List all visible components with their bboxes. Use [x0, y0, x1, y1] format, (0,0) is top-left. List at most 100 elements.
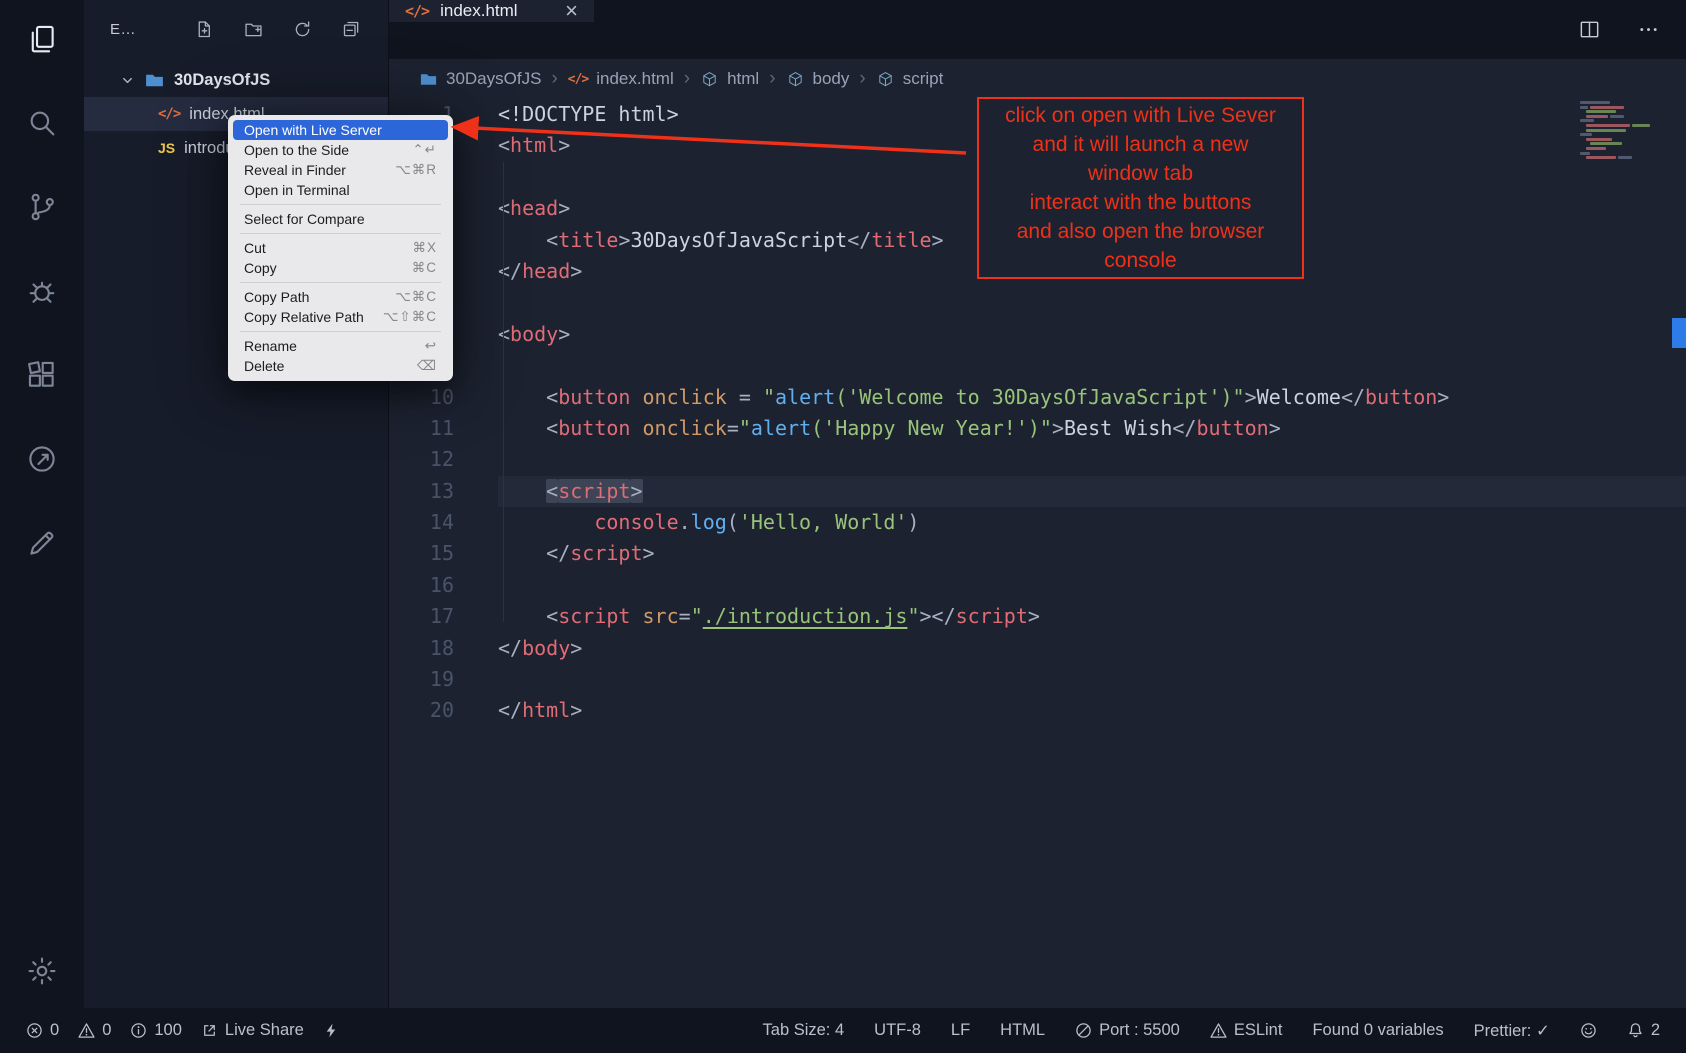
new-folder-button[interactable]	[243, 19, 264, 40]
code-token: script	[956, 604, 1028, 628]
minimap-row	[1580, 142, 1670, 145]
status-code-runner[interactable]	[323, 1022, 340, 1039]
code-token: body	[510, 322, 558, 346]
activity-settings-button[interactable]	[25, 954, 59, 988]
code-line-16[interactable]	[498, 570, 1686, 601]
activity-debug-button[interactable]	[25, 274, 59, 308]
line-number[interactable]: 19	[389, 664, 498, 695]
tab-index-html[interactable]: </>index.html×	[389, 0, 594, 22]
menu-item-label: Copy	[244, 260, 277, 276]
line-number[interactable]: 18	[389, 633, 498, 664]
status-problems-warnings[interactable]: 0	[78, 1021, 111, 1040]
breadcrumb-item-script[interactable]: script	[876, 69, 944, 89]
line-number[interactable]: 20	[389, 695, 498, 726]
status-label: ESLint	[1234, 1021, 1283, 1040]
activity-extensions-button[interactable]	[25, 358, 59, 392]
minimap-bar	[1580, 101, 1610, 104]
code-token	[630, 604, 642, 628]
code-line-13[interactable]: <script>	[498, 476, 1686, 507]
status-live-share[interactable]: Live Share	[201, 1021, 304, 1040]
split-editor-button[interactable]	[1578, 18, 1601, 41]
breadcrumb-label: html	[727, 69, 759, 89]
code-line-10[interactable]: <button onclick = "alert('Welcome to 30D…	[498, 382, 1686, 413]
menu-item-open-in-terminal[interactable]: Open in Terminal	[233, 180, 448, 200]
code-line-11[interactable]: <button onclick="alert('Happy New Year!'…	[498, 413, 1686, 444]
code-token: head	[522, 259, 570, 283]
minimap-row	[1580, 133, 1670, 136]
line-number[interactable]: 13	[389, 476, 498, 507]
status-prettier[interactable]: Prettier: ✓	[1474, 1021, 1550, 1041]
menu-item-select-for-compare[interactable]: Select for Compare	[233, 209, 448, 229]
breadcrumb-item-body[interactable]: body	[786, 69, 850, 89]
code-line-7[interactable]	[498, 287, 1686, 318]
menu-item-open-to-the-side[interactable]: Open to the Side⌃↵	[233, 140, 448, 160]
breadcrumb-item-index-html[interactable]: </>index.html	[568, 69, 674, 89]
status-live-server-port[interactable]: Port : 5500	[1075, 1021, 1180, 1040]
menu-item-rename[interactable]: Rename↩	[233, 336, 448, 356]
line-number[interactable]: 12	[389, 444, 498, 475]
tabs-container: </>index.html×	[389, 0, 594, 59]
code-line-19[interactable]	[498, 664, 1686, 695]
status-language-mode[interactable]: HTML	[1000, 1021, 1045, 1040]
menu-item-copy[interactable]: Copy⌘C	[233, 258, 448, 278]
code-line-17[interactable]: <script src="./introduction.js"></script…	[498, 601, 1686, 632]
menu-item-copy-relative-path[interactable]: Copy Relative Path⌥⇧⌘C	[233, 307, 448, 327]
status-eol[interactable]: LF	[951, 1021, 970, 1040]
line-number[interactable]: 17	[389, 601, 498, 632]
menu-item-open-with-live-server[interactable]: Open with Live Server	[233, 120, 448, 140]
code-token: >	[1269, 416, 1281, 440]
status-label: LF	[951, 1021, 970, 1040]
refresh-button[interactable]	[292, 19, 313, 40]
code-token	[630, 416, 642, 440]
status-info-count[interactable]: 100	[130, 1021, 182, 1040]
activity-source-control-button[interactable]	[25, 190, 59, 224]
code-line-20[interactable]: </html>	[498, 695, 1686, 726]
activity-pen-button[interactable]	[25, 526, 59, 560]
slash-circle-icon	[1075, 1022, 1092, 1039]
status-notifications[interactable]: 2	[1627, 1021, 1660, 1040]
activity-explorer-button[interactable]	[25, 22, 59, 56]
status-found-variables[interactable]: Found 0 variables	[1312, 1021, 1443, 1040]
status-tab-size[interactable]: Tab Size: 4	[763, 1021, 845, 1040]
code-line-12[interactable]	[498, 444, 1686, 475]
line-number[interactable]: 14	[389, 507, 498, 538]
share-icon	[201, 1022, 218, 1039]
breadcrumb-item-30daysofjs[interactable]: 30DaysOfJS	[419, 69, 541, 89]
menu-item-reveal-in-finder[interactable]: Reveal in Finder⌥⌘R	[233, 160, 448, 180]
activity-live-share-button[interactable]	[25, 442, 59, 476]
minimap-bar	[1590, 142, 1622, 145]
code-line-9[interactable]	[498, 350, 1686, 381]
line-number[interactable]: 11	[389, 413, 498, 444]
line-number[interactable]: 10	[389, 382, 498, 413]
line-number[interactable]: 16	[389, 570, 498, 601]
close-icon[interactable]: ×	[565, 0, 578, 22]
folder-item-30daysofjs[interactable]: 30DaysOfJS	[84, 63, 388, 97]
activity-search-button[interactable]	[25, 106, 59, 140]
new-file-button[interactable]	[194, 19, 215, 40]
code-line-8[interactable]: <body>	[498, 319, 1686, 350]
menu-item-delete[interactable]: Delete⌫	[233, 356, 448, 376]
status-encoding[interactable]: UTF-8	[874, 1021, 921, 1040]
code-token: button	[1196, 416, 1268, 440]
status-problems-errors[interactable]: 0	[26, 1021, 59, 1040]
code-line-15[interactable]: </script>	[498, 538, 1686, 569]
code-token: ></	[919, 604, 955, 628]
menu-item-copy-path[interactable]: Copy Path⌥⌘C	[233, 287, 448, 307]
code-line-18[interactable]: </body>	[498, 633, 1686, 664]
bolt-icon	[323, 1022, 340, 1039]
minimap-bar	[1580, 106, 1588, 109]
status-feedback[interactable]	[1580, 1022, 1597, 1039]
breadcrumb-item-html[interactable]: html	[700, 69, 759, 89]
line-number[interactable]: 15	[389, 538, 498, 569]
minimap[interactable]	[1580, 101, 1670, 161]
cube-icon	[700, 70, 719, 89]
collapse-folders-button[interactable]	[341, 19, 362, 40]
menu-item-cut[interactable]: Cut⌘X	[233, 238, 448, 258]
status-eslint[interactable]: ESLint	[1210, 1021, 1283, 1040]
warning-icon	[78, 1022, 95, 1039]
code-token: button	[558, 416, 630, 440]
code-line-14[interactable]: console.log('Hello, World')	[498, 507, 1686, 538]
status-label: Prettier: ✓	[1474, 1021, 1550, 1041]
code-token: >	[932, 228, 944, 252]
more-actions-button[interactable]	[1637, 18, 1660, 41]
